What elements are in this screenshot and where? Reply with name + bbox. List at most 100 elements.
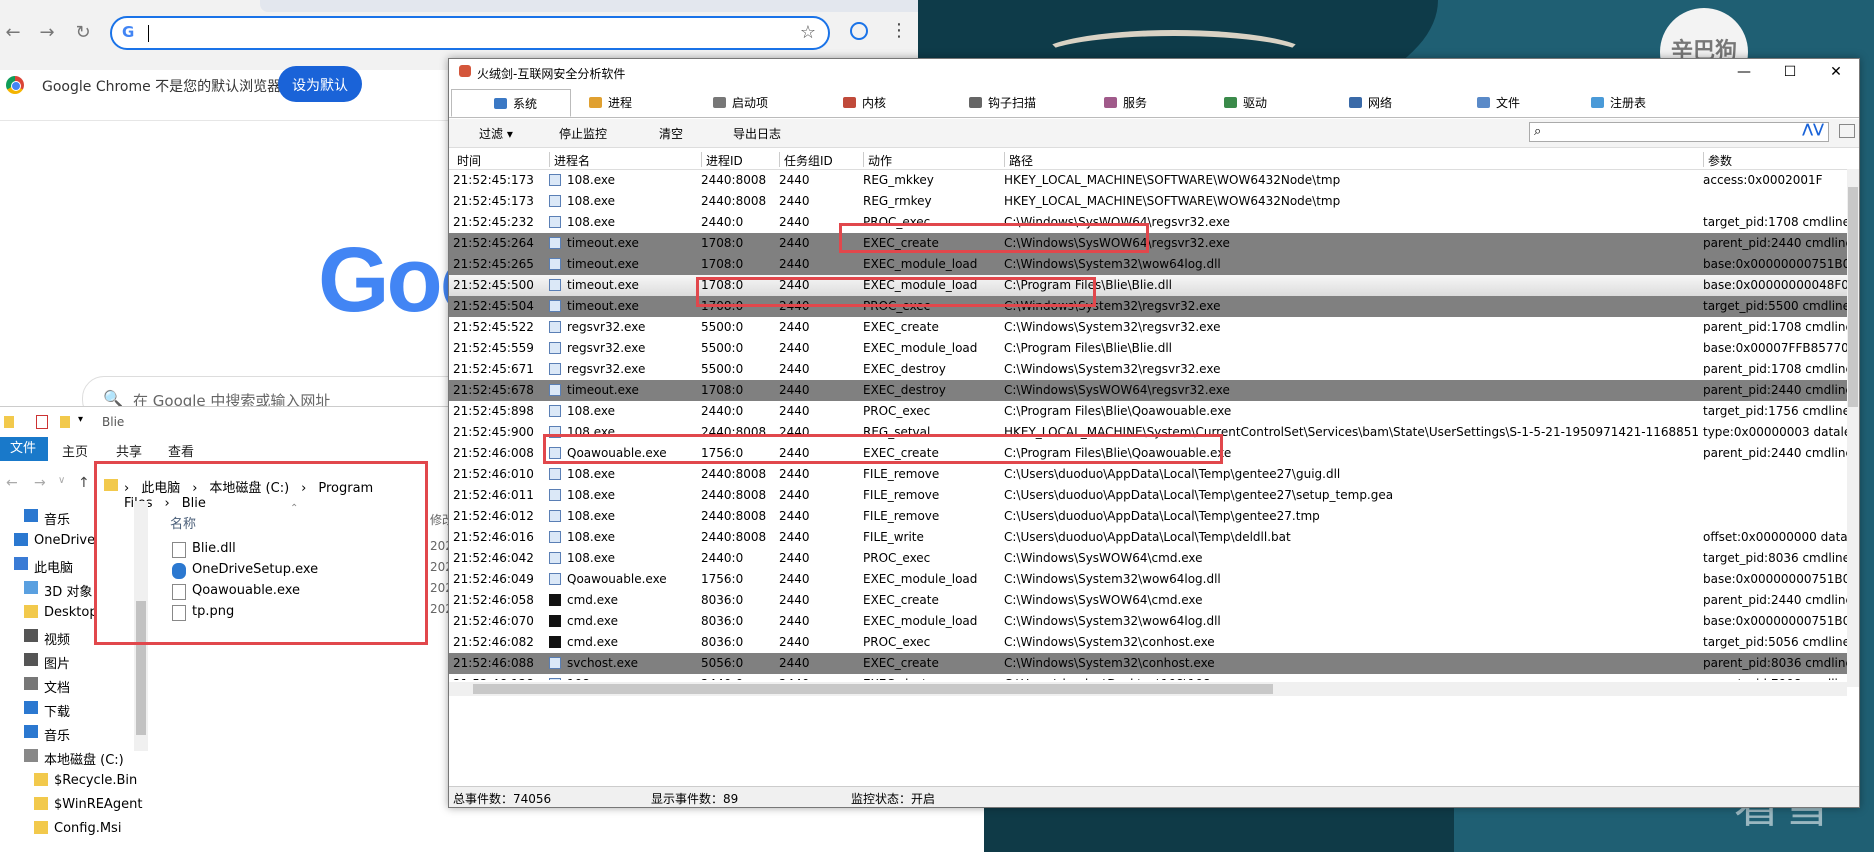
table-row[interactable]: 21:52:45:504 timeout.exe 1708:0 2440 PROC_ex… xyxy=(449,296,1847,317)
status-total-events: 总事件数：74056 xyxy=(453,792,552,806)
process-icon xyxy=(549,531,561,543)
event-table-vscroll[interactable] xyxy=(1847,169,1859,687)
cell-time: 21:52:46:010 xyxy=(453,467,534,481)
cell-time: 21:52:46:042 xyxy=(453,551,534,565)
cell-group: 2440 xyxy=(779,257,810,271)
column-header[interactable]: 参数 xyxy=(1703,152,1852,168)
table-row[interactable]: 21:52:46:088 svchost.exe 5056:0 2440 EXEC_cr… xyxy=(449,653,1847,674)
table-row[interactable]: 21:52:46:058 cmd.exe 8036:0 2440 EXEC_create… xyxy=(449,590,1847,611)
close-button[interactable]: ✕ xyxy=(1813,59,1859,85)
ribbon-tab-share[interactable]: 共享 xyxy=(116,441,142,460)
table-row[interactable]: 21:52:46:016 108.exe 2440:8008 2440 FILE_wri… xyxy=(449,527,1847,548)
tree-item[interactable]: 音乐 xyxy=(0,721,126,745)
tab-windows[interactable]: 进程 xyxy=(589,89,632,117)
stop-monitor-button[interactable]: 停止监控 xyxy=(559,125,607,142)
cell-group: 2440 xyxy=(779,383,810,397)
tab-kernel[interactable]: 内核 xyxy=(843,89,886,117)
table-row[interactable]: 21:52:45:671 regsvr32.exe 5500:0 2440 EXEC_d… xyxy=(449,359,1847,380)
ribbon-tab-view[interactable]: 查看 xyxy=(168,441,194,460)
table-row[interactable]: 21:52:46:042 108.exe 2440:0 2440 PROC_exec C:… xyxy=(449,548,1847,569)
document-icon xyxy=(24,677,38,690)
huorong-title: 火绒剑-互联网安全分析软件 xyxy=(477,67,626,81)
tab-system[interactable]: 系统 xyxy=(451,89,571,117)
column-header[interactable]: 进程名 xyxy=(549,152,700,168)
tab-hook[interactable]: 钩子扫描 xyxy=(969,89,1036,117)
bookmark-star-icon[interactable]: ☆ xyxy=(800,22,816,43)
process-icon xyxy=(549,258,561,270)
address-bar[interactable]: G ☆ xyxy=(110,16,830,50)
new-folder-icon[interactable] xyxy=(60,416,70,428)
profile-icon[interactable] xyxy=(850,22,868,40)
table-row[interactable]: 21:52:46:010 108.exe 2440:8008 2440 FILE_rem… xyxy=(449,464,1847,485)
cell-process: 108.exe xyxy=(549,215,697,229)
column-header[interactable]: 进程ID xyxy=(701,152,778,168)
table-row[interactable]: 21:52:46:011 108.exe 2440:8008 2440 FILE_rem… xyxy=(449,485,1847,506)
tab-registry[interactable]: 注册表 xyxy=(1591,89,1646,117)
event-search-input[interactable]: ⌕ ⋀⋁ xyxy=(1529,122,1829,142)
ribbon-tab-file[interactable]: 文件 xyxy=(0,437,48,461)
chrome-menu-icon[interactable]: ⋮ xyxy=(890,20,908,41)
tab-label: 文件 xyxy=(1496,96,1521,110)
set-default-button[interactable]: 设为默认 xyxy=(278,66,362,102)
table-row[interactable]: 21:52:46:049 Qoawouable.exe 1756:0 2440 EXEC… xyxy=(449,569,1847,590)
back-icon[interactable]: ← xyxy=(6,475,18,491)
minimize-button[interactable]: — xyxy=(1721,59,1767,85)
table-row[interactable]: 21:52:46:082 cmd.exe 8036:0 2440 PROC_exec C:… xyxy=(449,632,1847,653)
column-header[interactable]: 动作 xyxy=(863,152,1003,168)
cell-time: 21:52:45:504 xyxy=(453,299,534,313)
up-icon[interactable]: ↑ xyxy=(78,475,90,491)
process-name: 108.exe xyxy=(567,488,616,502)
cell-pid: 8036:0 xyxy=(701,635,744,649)
table-row[interactable]: 21:52:45:522 regsvr32.exe 5500:0 2440 EXEC_c… xyxy=(449,317,1847,338)
cell-args: base:0x00007FFB85770000 xyxy=(1703,341,1847,355)
ribbon-tab-home[interactable]: 主页 xyxy=(62,441,88,460)
tree-item[interactable]: 下载 xyxy=(0,697,126,721)
quick-access-dropdown-icon[interactable]: ▾ xyxy=(78,414,83,425)
process-icon xyxy=(549,468,561,480)
event-table-hscroll[interactable] xyxy=(449,682,1847,696)
tab-file[interactable]: 文件 xyxy=(1477,89,1520,117)
tab-driver[interactable]: 驱动 xyxy=(1224,89,1267,117)
tree-item[interactable]: $WinREAgent xyxy=(0,793,142,817)
filter-button[interactable]: 过滤 ▾ xyxy=(479,125,513,142)
column-settings-icon[interactable] xyxy=(1839,124,1855,138)
search-prev-next-icon[interactable]: ⋀⋁ xyxy=(1802,122,1824,137)
cell-process: 108.exe xyxy=(549,404,697,418)
forward-icon[interactable]: → xyxy=(36,22,58,43)
recent-dropdown-icon[interactable]: ∨ xyxy=(58,475,65,486)
table-row[interactable]: 21:52:46:070 cmd.exe 8036:0 2440 EXEC_module… xyxy=(449,611,1847,632)
tree-item[interactable]: 本地磁盘 (C:) xyxy=(0,745,126,769)
tree-item-label: 下载 xyxy=(44,705,71,720)
column-header[interactable]: 时间 xyxy=(453,152,547,168)
tab-service[interactable]: 服务 xyxy=(1104,89,1147,117)
cell-path: HKEY_LOCAL_MACHINE\SOFTWARE\WOW6432Node\… xyxy=(1004,173,1341,187)
table-row[interactable]: 21:52:46:012 108.exe 2440:8008 2440 FILE_rem… xyxy=(449,506,1847,527)
back-icon[interactable]: ← xyxy=(2,22,24,43)
chrome-tab-strip[interactable] xyxy=(260,0,918,12)
table-row[interactable]: 21:52:45:173 108.exe 2440:8008 2440 REG_mkke… xyxy=(449,170,1847,191)
properties-icon[interactable] xyxy=(36,415,48,429)
tree-item[interactable]: 文档 xyxy=(0,673,126,697)
tree-item[interactable]: Config.Msi xyxy=(0,817,126,841)
reload-icon[interactable]: ↻ xyxy=(72,22,94,43)
table-row[interactable]: 21:52:46:128 108.exe 2440:0 2440 EXEC_destro… xyxy=(449,674,1847,680)
forward-icon[interactable]: → xyxy=(34,475,46,491)
table-row[interactable]: 21:52:45:265 timeout.exe 1708:0 2440 EXEC_mo… xyxy=(449,254,1847,275)
table-row[interactable]: 21:52:45:559 regsvr32.exe 5500:0 2440 EXEC_m… xyxy=(449,338,1847,359)
table-row[interactable]: 21:52:45:500 timeout.exe 1708:0 2440 EXEC_mo… xyxy=(449,275,1847,296)
tree-item[interactable]: 图片 xyxy=(0,649,126,673)
column-header[interactable]: 路径 xyxy=(1004,152,1702,168)
hscroll-thumb[interactable] xyxy=(473,684,1273,694)
table-row[interactable]: 21:52:45:173 108.exe 2440:8008 2440 REG_rmke… xyxy=(449,191,1847,212)
cell-group: 2440 xyxy=(779,404,810,418)
export-log-button[interactable]: 导出日志 xyxy=(733,125,781,142)
tree-item[interactable]: $Recycle.Bin xyxy=(0,769,137,793)
table-row[interactable]: 21:52:45:898 108.exe 2440:0 2440 PROC_exec C:… xyxy=(449,401,1847,422)
vscroll-thumb[interactable] xyxy=(1848,187,1858,407)
tab-startup[interactable]: 启动项 xyxy=(713,89,768,117)
column-header[interactable]: 任务组ID xyxy=(779,152,862,168)
tab-network[interactable]: 网络 xyxy=(1349,89,1392,117)
maximize-button[interactable]: ☐ xyxy=(1767,59,1813,85)
table-row[interactable]: 21:52:45:678 timeout.exe 1708:0 2440 EXEC_de… xyxy=(449,380,1847,401)
clear-button[interactable]: 清空 xyxy=(659,125,683,142)
